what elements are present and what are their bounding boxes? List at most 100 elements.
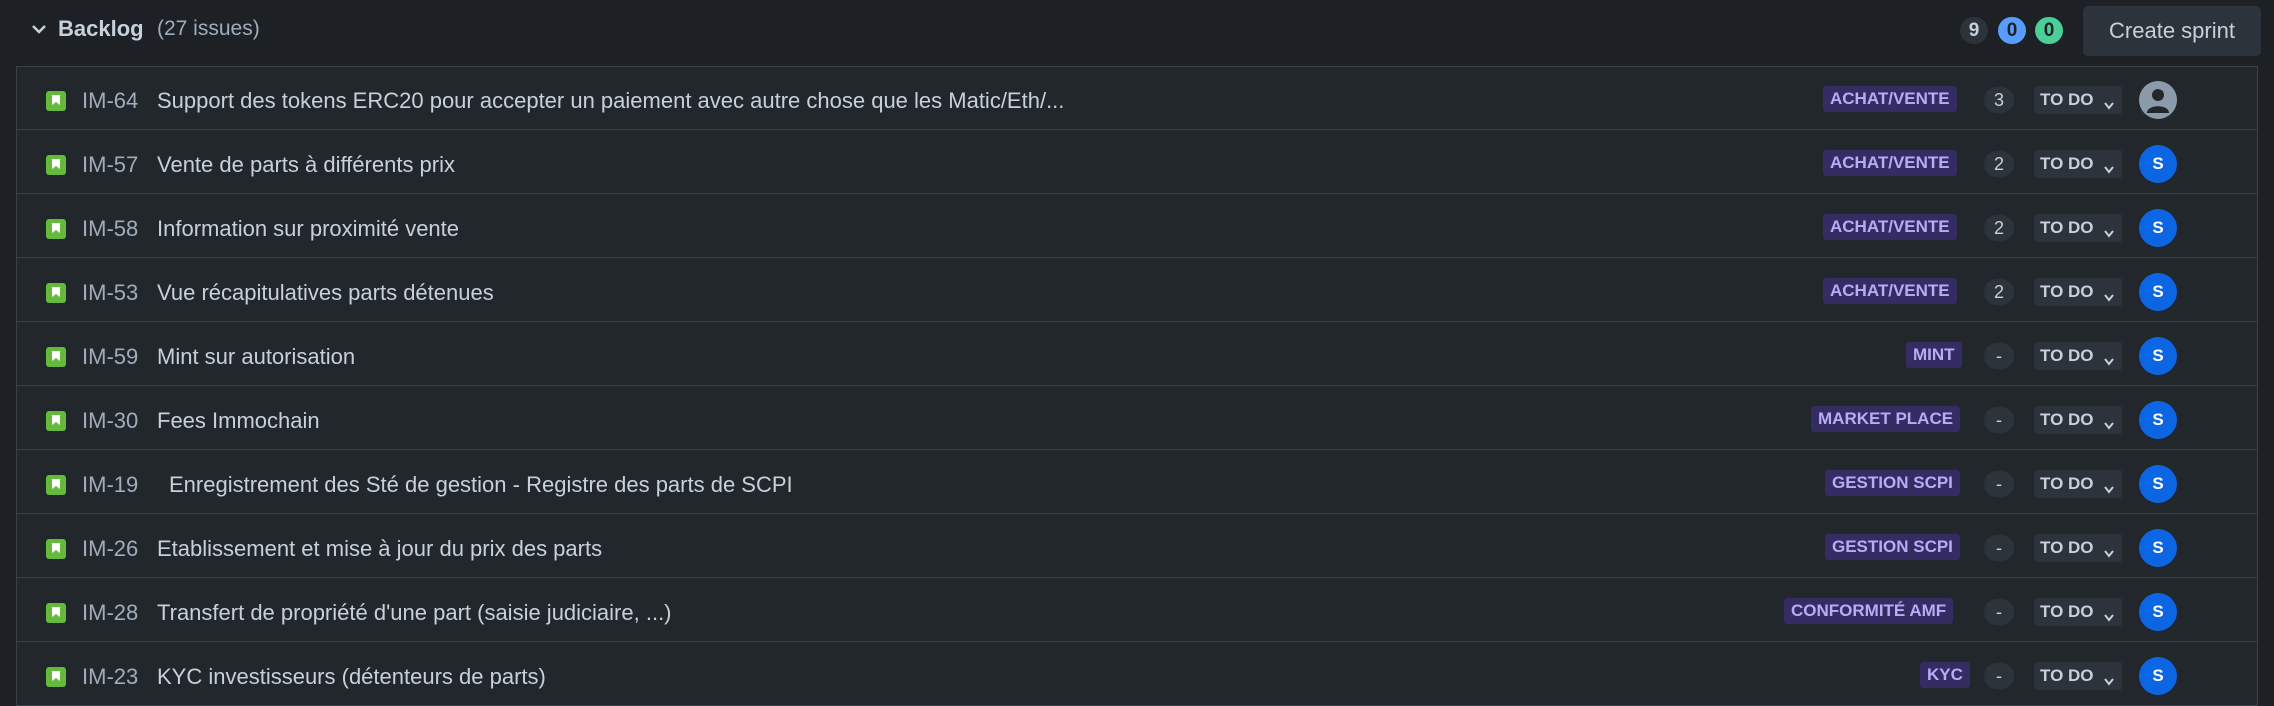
issue-key[interactable]: IM-28 [82,600,138,626]
table-row[interactable]: IM-28 Transfert de propriété d'une part (… [17,579,2257,642]
status-label: TO DO [2040,474,2094,493]
story-points-badge: - [1984,599,2014,625]
story-points-badge: 2 [1984,151,2014,177]
status-dropdown[interactable]: TO DO [2034,214,2122,242]
avatar[interactable]: S [2139,401,2177,439]
epic-label[interactable]: ACHAT/VENTE [1823,214,1957,240]
status-label: TO DO [2040,602,2094,621]
table-row[interactable]: IM-26 Etablissement et mise à jour du pri… [17,515,2257,578]
story-icon [46,603,66,623]
avatar[interactable]: S [2139,273,2177,311]
epic-label[interactable]: GESTION SCPI [1825,534,1960,560]
avatar[interactable]: S [2139,209,2177,247]
status-dropdown[interactable]: TO DO [2034,86,2122,114]
table-row[interactable]: IM-53 Vue récapitulatives parts détenues A… [17,259,2257,322]
story-icon [46,411,66,431]
status-label: TO DO [2040,282,2094,301]
unassigned-avatar-icon[interactable] [2139,81,2177,119]
status-dropdown[interactable]: TO DO [2034,342,2122,370]
story-icon [46,91,66,111]
story-icon [46,539,66,559]
chevron-down-icon [2104,287,2114,302]
issue-summary[interactable]: Transfert de propriété d'une part (saisi… [157,600,672,626]
status-label: TO DO [2040,346,2094,365]
issue-key[interactable]: IM-23 [82,664,138,690]
issue-summary[interactable]: Mint sur autorisation [157,344,355,370]
table-row[interactable]: IM-64 Support des tokens ERC20 pour accep… [17,67,2257,130]
story-points-badge: 3 [1984,87,2014,113]
epic-label[interactable]: ACHAT/VENTE [1823,278,1957,304]
chevron-down-icon [2104,415,2114,430]
issue-key[interactable]: IM-64 [82,88,138,114]
avatar[interactable]: S [2139,657,2177,695]
story-icon [46,283,66,303]
backlog-header: Backlog (27 issues) 9 0 0 Create sprint [0,0,2274,62]
epic-label[interactable]: MARKET PLACE [1811,406,1961,432]
avatar[interactable]: S [2139,593,2177,631]
story-icon [46,155,66,175]
status-label: TO DO [2040,154,2094,173]
avatar[interactable]: S [2139,145,2177,183]
status-label: TO DO [2040,538,2094,557]
story-points-badge: - [1984,407,2014,433]
story-icon [46,475,66,495]
issue-summary[interactable]: Vente de parts à différents prix [157,152,455,178]
status-dropdown[interactable]: TO DO [2034,598,2122,626]
done-count-badge: 0 [2035,17,2063,44]
status-label: TO DO [2040,218,2094,237]
status-dropdown[interactable]: TO DO [2034,662,2122,690]
epic-label[interactable]: ACHAT/VENTE [1823,150,1957,176]
issue-key[interactable]: IM-26 [82,536,138,562]
issue-key[interactable]: IM-19 [82,472,138,498]
issue-summary[interactable]: Support des tokens ERC20 pour accepter u… [157,88,1064,114]
chevron-down-icon [2104,479,2114,494]
avatar[interactable]: S [2139,529,2177,567]
issue-summary[interactable]: Enregistrement des Sté de gestion - Regi… [169,472,793,498]
epic-label[interactable]: ACHAT/VENTE [1823,86,1957,112]
issue-summary[interactable]: Vue récapitulatives parts détenues [157,280,494,306]
status-label: TO DO [2040,90,2094,109]
table-row[interactable]: IM-57 Vente de parts à différents prix ACH… [17,131,2257,194]
create-sprint-button[interactable]: Create sprint [2083,6,2261,56]
status-dropdown[interactable]: TO DO [2034,470,2122,498]
chevron-down-icon [2104,351,2114,366]
issue-count: (27 issues) [157,17,260,40]
avatar[interactable]: S [2139,465,2177,503]
issue-summary[interactable]: Fees Immochain [157,408,320,434]
story-icon [46,219,66,239]
story-icon [46,347,66,367]
status-dropdown[interactable]: TO DO [2034,150,2122,178]
backlog-title: Backlog [58,16,144,41]
issue-summary[interactable]: Information sur proximité vente [157,216,459,242]
todo-count-badge: 9 [1960,17,1988,44]
story-points-badge: 2 [1984,279,2014,305]
issue-key[interactable]: IM-53 [82,280,138,306]
chevron-down-icon[interactable] [30,20,48,38]
status-label: TO DO [2040,410,2094,429]
status-dropdown[interactable]: TO DO [2034,278,2122,306]
story-points-badge: - [1984,471,2014,497]
chevron-down-icon [2104,95,2114,110]
epic-label[interactable]: MINT [1906,342,1962,368]
table-row[interactable]: IM-19 Enregistrement des Sté de gestion -… [17,451,2257,514]
avatar[interactable]: S [2139,337,2177,375]
status-dropdown[interactable]: TO DO [2034,534,2122,562]
status-label: TO DO [2040,666,2094,685]
issue-summary[interactable]: Etablissement et mise à jour du prix des… [157,536,602,562]
story-points-badge: - [1984,343,2014,369]
story-points-badge: - [1984,663,2014,689]
issue-key[interactable]: IM-59 [82,344,138,370]
table-row[interactable]: IM-23 KYC investisseurs (détenteurs de pa… [17,643,2257,706]
issue-key[interactable]: IM-58 [82,216,138,242]
issue-key[interactable]: IM-30 [82,408,138,434]
epic-label[interactable]: CONFORMITÉ AMF [1784,598,1954,624]
table-row[interactable]: IM-58 Information sur proximité vente ACHA… [17,195,2257,258]
story-icon [46,667,66,687]
issue-key[interactable]: IM-57 [82,152,138,178]
table-row[interactable]: IM-59 Mint sur autorisation MINT - TO DO S [17,323,2257,386]
issue-summary[interactable]: KYC investisseurs (détenteurs de parts) [157,664,546,690]
status-dropdown[interactable]: TO DO [2034,406,2122,434]
table-row[interactable]: IM-30 Fees Immochain MARKET PLACE - TO DO S [17,387,2257,450]
epic-label[interactable]: KYC [1920,662,1970,688]
epic-label[interactable]: GESTION SCPI [1825,470,1960,496]
